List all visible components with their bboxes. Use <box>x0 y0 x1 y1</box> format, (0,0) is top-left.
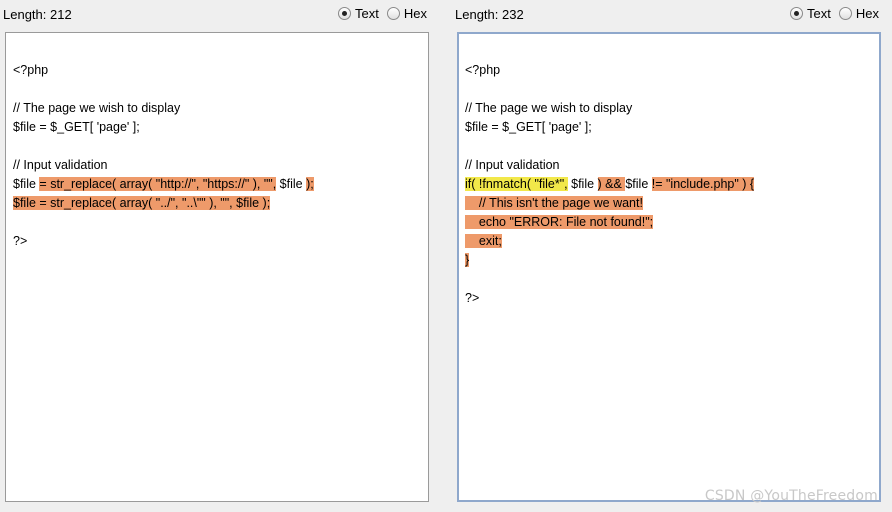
right-hex-label: Hex <box>855 6 879 21</box>
right-mode-selector: Text Hex <box>786 6 879 21</box>
code-line: ?> <box>13 234 28 248</box>
code-line-diff: exit; <box>465 232 879 251</box>
right-panel: Length: 232 Text Hex <?php // The page w… <box>455 0 881 502</box>
diff-highlight: echo "ERROR: File not found!"; <box>465 215 654 229</box>
left-hex-radio[interactable] <box>386 7 400 20</box>
diff-highlight: exit; <box>465 234 502 248</box>
left-mode-selector: Text Hex <box>334 6 427 21</box>
code-line-diff: // This isn't the page we want! <box>465 194 879 213</box>
diff-highlight: ); <box>306 177 314 191</box>
diff-highlight: = <box>39 177 51 191</box>
code-line-diff: } <box>465 251 879 270</box>
left-text-option[interactable]: Text <box>338 6 379 21</box>
left-code-editor[interactable]: <?php // The page we wish to display $fi… <box>5 32 429 502</box>
diff-highlight-yellow: if( !fnmatch( "file*", <box>465 177 568 191</box>
code-line-diff: echo "ERROR: File not found!"; <box>465 213 879 232</box>
watermark: CSDN @YouTheFreedom <box>704 488 878 504</box>
diff-highlight: } <box>465 253 470 267</box>
code-line: // Input validation <box>13 158 108 172</box>
diff-highlight: // This isn't the page we want! <box>465 196 643 210</box>
code-segment: $file <box>276 177 307 191</box>
left-toolbar: Length: 212 Text Hex <box>3 0 429 30</box>
left-text-radio[interactable] <box>338 7 352 20</box>
right-text-label: Text <box>807 6 831 21</box>
left-length-label: Length: 212 <box>3 7 72 22</box>
code-line-diff: $file = str_replace( array( "http://", "… <box>13 175 428 194</box>
right-length-label: Length: 232 <box>455 7 524 22</box>
diff-highlight: != "include.php" ) { <box>651 177 755 191</box>
code-segment: $file <box>625 177 652 191</box>
right-toolbar: Length: 232 Text Hex <box>455 0 881 30</box>
right-hex-option[interactable]: Hex <box>838 6 879 21</box>
code-line: <?php <box>13 63 49 77</box>
diff-highlight: ) && <box>597 177 626 191</box>
right-text-radio[interactable] <box>790 7 804 20</box>
code-line: // The page we wish to display <box>465 101 633 115</box>
code-line: $file = $_GET[ 'page' ]; <box>13 120 140 134</box>
left-text-label: Text <box>355 6 379 21</box>
right-code-editor[interactable]: <?php // The page we wish to display $fi… <box>457 32 881 502</box>
left-hex-label: Hex <box>403 6 427 21</box>
code-line: $file = $_GET[ 'page' ]; <box>465 120 592 134</box>
diff-highlight: str_replace( array( "http://", "https://… <box>50 177 277 191</box>
code-line-diff: $file = str_replace( array( "../", "..\"… <box>13 194 428 213</box>
right-hex-radio[interactable] <box>838 7 852 20</box>
code-line: <?php <box>465 63 501 77</box>
code-segment: $file <box>567 177 598 191</box>
code-line: // Input validation <box>465 158 560 172</box>
left-hex-option[interactable]: Hex <box>386 6 427 21</box>
right-text-option[interactable]: Text <box>790 6 831 21</box>
code-line: // The page we wish to display <box>13 101 181 115</box>
code-line: ?> <box>465 291 480 305</box>
code-segment: $file <box>13 177 40 191</box>
diff-highlight: $file = str_replace( array( "../", "..\"… <box>13 196 271 210</box>
left-panel: Length: 212 Text Hex <?php // The page w… <box>3 0 429 502</box>
code-line-diff: if( !fnmatch( "file*", $file ) && $file … <box>465 175 879 194</box>
